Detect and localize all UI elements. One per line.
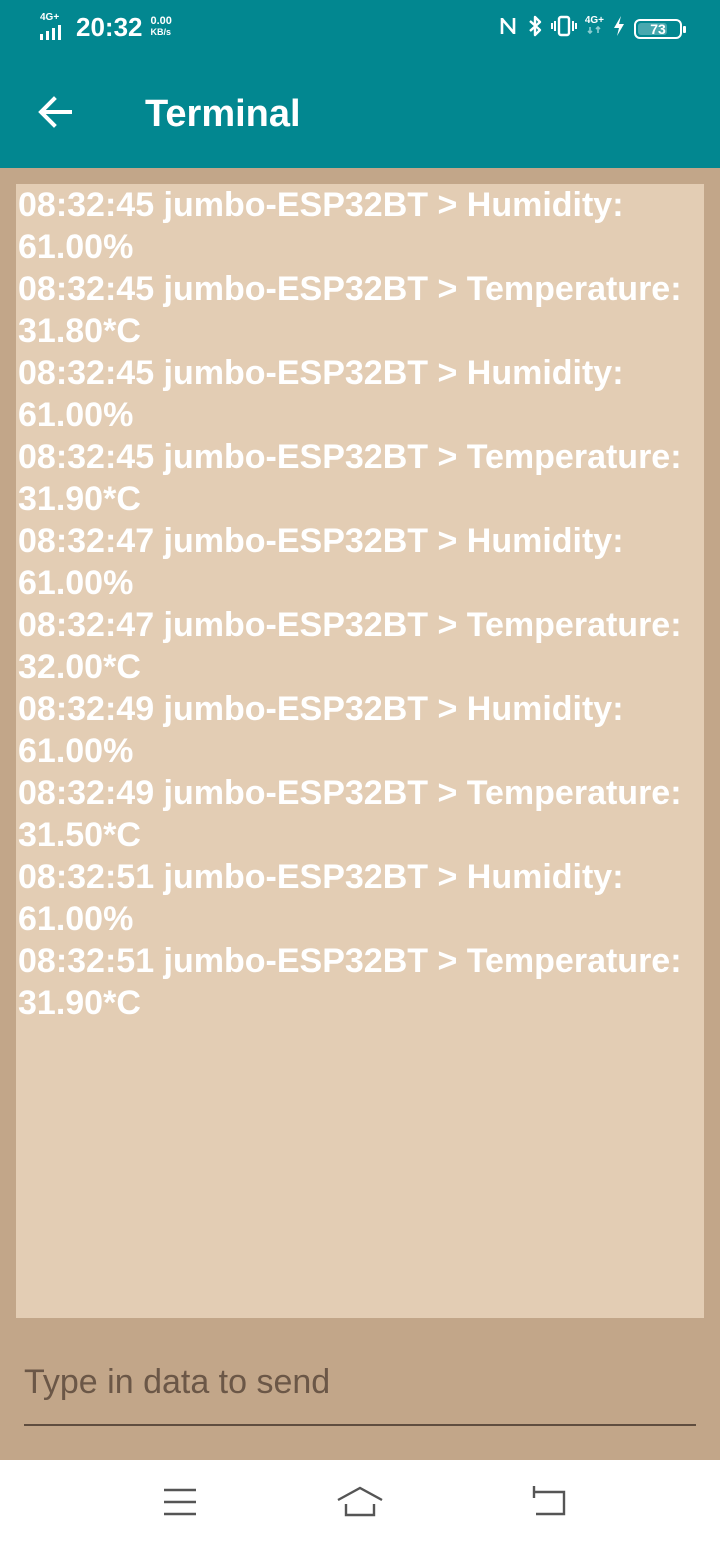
- charging-icon: [612, 15, 626, 43]
- terminal-line: 08:32:47 jumbo-ESP32BT > Temperature: 32…: [18, 606, 682, 686]
- battery-level: 73: [650, 21, 666, 37]
- bluetooth-icon: [527, 14, 543, 44]
- send-data-input[interactable]: [24, 1340, 696, 1426]
- nfc-icon: [499, 15, 519, 43]
- menu-icon: [164, 1488, 196, 1516]
- page-title: Terminal: [145, 93, 301, 135]
- terminal-line: 08:32:51 jumbo-ESP32BT > Humidity: 61.00…: [18, 858, 624, 938]
- signal-bars: [40, 25, 61, 40]
- terminal-line: 08:32:45 jumbo-ESP32BT > Temperature: 31…: [18, 270, 682, 350]
- nav-menu-button[interactable]: [150, 1480, 210, 1524]
- nav-home-button[interactable]: [330, 1480, 390, 1524]
- terminal-output[interactable]: 08:32:45 jumbo-ESP32BT > Humidity: 61.00…: [16, 184, 704, 1318]
- mobile-data-indicator: 4G+: [585, 16, 604, 34]
- app-bar: Terminal: [0, 56, 720, 168]
- terminal-line: 08:32:51 jumbo-ESP32BT > Temperature: 31…: [18, 942, 682, 1022]
- terminal-line: 08:32:47 jumbo-ESP32BT > Humidity: 61.00…: [18, 522, 624, 602]
- send-input-container: [24, 1340, 696, 1428]
- arrow-left-icon: [38, 96, 72, 128]
- status-time: 20:32: [76, 12, 143, 42]
- terminal-line: 08:32:49 jumbo-ESP32BT > Temperature: 31…: [18, 774, 682, 854]
- system-nav-bar: [0, 1460, 720, 1544]
- network-speed: 0.00 KB/s: [151, 16, 172, 38]
- back-button[interactable]: [30, 86, 82, 138]
- status-left: 4G+ 20:32 0.00 KB/s: [38, 12, 172, 42]
- status-bar: 4G+ 20:32 0.00 KB/s 4G+ 73: [0, 0, 720, 56]
- network-speed-value: 0.00: [150, 15, 172, 27]
- terminal-line: 08:32:49 jumbo-ESP32BT > Humidity: 61.00…: [18, 690, 624, 770]
- status-right: 4G+ 73: [499, 14, 686, 44]
- network-type-label: 4G+: [40, 12, 60, 23]
- vibrate-icon: [550, 15, 577, 43]
- terminal-line: 08:32:45 jumbo-ESP32BT > Humidity: 61.00…: [18, 186, 624, 266]
- data-arrows-icon: [587, 26, 601, 34]
- home-icon: [337, 1486, 383, 1517]
- terminal-line: 08:32:45 jumbo-ESP32BT > Humidity: 61.00…: [18, 354, 624, 434]
- battery-icon: 73: [634, 19, 686, 39]
- nav-back-button[interactable]: [520, 1480, 580, 1524]
- network-speed-unit: KB/s: [150, 27, 172, 37]
- terminal-line: 08:32:45 jumbo-ESP32BT > Temperature: 31…: [18, 438, 682, 518]
- cell-signal-icon: 4G+: [38, 12, 72, 42]
- mobile-data-label: 4G+: [584, 15, 604, 26]
- back-icon: [532, 1486, 566, 1516]
